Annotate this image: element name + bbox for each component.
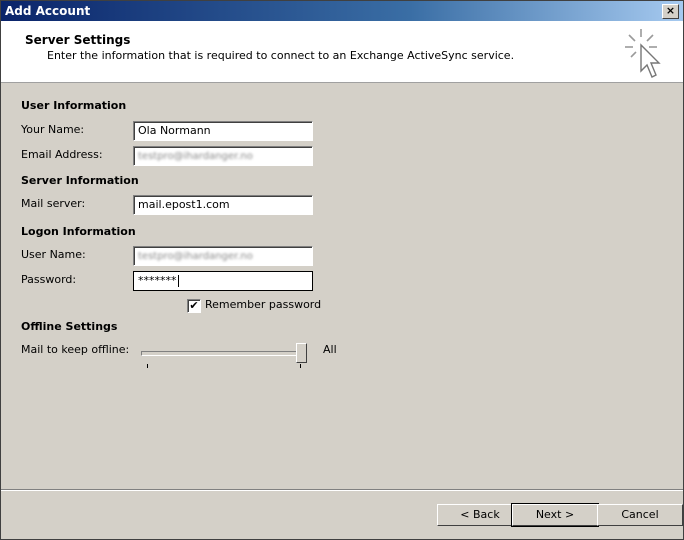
- email-address-value: testpro@ihardanger.no: [138, 151, 253, 162]
- window-title: Add Account: [5, 4, 91, 18]
- next-button[interactable]: Next >: [511, 503, 599, 527]
- cursor-sparkle-icon: [625, 29, 661, 78]
- remember-password-checkbox[interactable]: ✔: [187, 299, 201, 313]
- header-panel: Server Settings Enter the information th…: [1, 21, 683, 83]
- mail-offline-value: All: [323, 343, 337, 356]
- mail-offline-label: Mail to keep offline:: [21, 343, 130, 356]
- slider-tick-max: [300, 364, 301, 368]
- checkmark-icon: ✔: [189, 299, 199, 312]
- offline-settings-heading: Offline Settings: [21, 320, 118, 333]
- slider-tick-min: [147, 364, 148, 368]
- logon-information-heading: Logon Information: [21, 225, 136, 238]
- mail-offline-slider-track[interactable]: [141, 351, 307, 356]
- mail-server-input[interactable]: mail.epost1.com: [133, 195, 313, 215]
- email-address-label: Email Address:: [21, 148, 103, 161]
- page-description: Enter the information that is required t…: [47, 49, 515, 62]
- settings-form: User Information Your Name: Ola Normann …: [1, 83, 683, 489]
- user-name-value: testpro@ihardanger.no: [138, 251, 253, 262]
- back-button[interactable]: < Back: [437, 504, 523, 526]
- mail-offline-slider-thumb[interactable]: [296, 343, 307, 363]
- title-bar[interactable]: Add Account ×: [1, 1, 683, 21]
- your-name-value: Ola Normann: [138, 124, 211, 137]
- password-label: Password:: [21, 273, 77, 286]
- close-button[interactable]: ×: [662, 4, 679, 19]
- cancel-button[interactable]: Cancel: [597, 504, 683, 526]
- page-title: Server Settings: [25, 33, 131, 47]
- email-address-input[interactable]: testpro@ihardanger.no: [133, 146, 313, 166]
- user-name-label: User Name:: [21, 248, 86, 261]
- password-value: *******: [138, 274, 177, 287]
- server-information-heading: Server Information: [21, 174, 139, 187]
- add-account-dialog: Add Account × Server Settings Enter the …: [0, 0, 684, 540]
- mail-server-label: Mail server:: [21, 197, 86, 210]
- remember-password-label[interactable]: Remember password: [205, 298, 321, 311]
- text-caret: [177, 275, 179, 287]
- user-information-heading: User Information: [21, 99, 127, 112]
- footer-divider: [1, 489, 683, 491]
- your-name-label: Your Name:: [21, 123, 85, 136]
- mail-server-value: mail.epost1.com: [138, 198, 230, 211]
- your-name-input[interactable]: Ola Normann: [133, 121, 313, 141]
- user-name-input[interactable]: testpro@ihardanger.no: [133, 246, 313, 266]
- password-input[interactable]: *******: [133, 271, 313, 291]
